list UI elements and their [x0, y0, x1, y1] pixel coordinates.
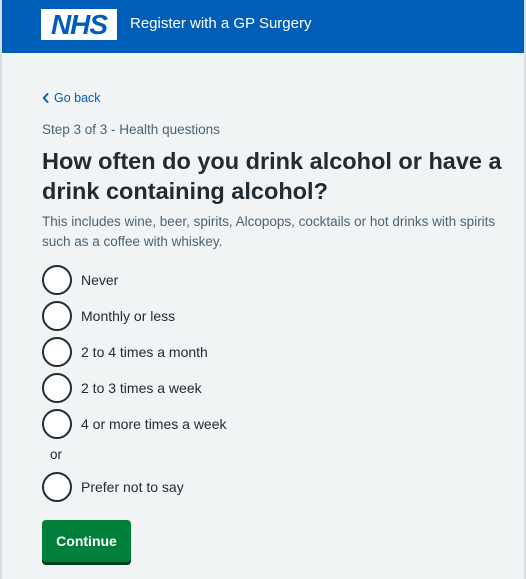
step-caption: Step 3 of 3 - Health questions: [42, 122, 220, 137]
radio-button[interactable]: [42, 472, 72, 502]
back-link-label: Go back: [54, 91, 101, 105]
radio-button[interactable]: [42, 373, 72, 403]
nhs-logo[interactable]: NHS: [41, 9, 117, 40]
page-title: How often do you drink alcohol or have a…: [42, 148, 502, 204]
radio-label: Monthly or less: [81, 308, 176, 324]
radio-button[interactable]: [42, 409, 72, 439]
radio-label: 2 to 4 times a month: [81, 344, 208, 360]
radio-label: Never: [81, 272, 119, 288]
continue-button[interactable]: Continue: [42, 520, 131, 562]
back-link[interactable]: Go back: [42, 91, 101, 105]
radio-button[interactable]: [42, 337, 72, 367]
radio-option-monthly-or-less[interactable]: Monthly or less: [42, 301, 175, 331]
radio-option-2-to-4-month[interactable]: 2 to 4 times a month: [42, 337, 208, 367]
hint-text: This includes wine, beer, spirits, Alcop…: [42, 214, 496, 249]
radio-button[interactable]: [42, 301, 72, 331]
radio-label: 2 to 3 times a week: [81, 380, 202, 396]
or-divider: or: [50, 447, 63, 462]
site-header: NHS Register with a GP Surgery: [2, 0, 524, 53]
radio-option-prefer-not-to-say[interactable]: Prefer not to say: [42, 472, 184, 502]
service-name[interactable]: Register with a GP Surgery: [130, 15, 311, 33]
radio-button[interactable]: [42, 265, 72, 295]
radio-option-never[interactable]: Never: [42, 265, 118, 295]
radio-option-2-to-3-week[interactable]: 2 to 3 times a week: [42, 373, 202, 403]
page-frame: NHS Register with a GP Surgery Go back S…: [0, 0, 526, 579]
logo-text: NHS: [50, 8, 108, 40]
chevron-left-icon: [42, 93, 49, 103]
radio-label: 4 or more times a week: [81, 416, 227, 432]
radio-option-4-or-more-week[interactable]: 4 or more times a week: [42, 409, 227, 439]
radio-label: Prefer not to say: [81, 479, 184, 495]
